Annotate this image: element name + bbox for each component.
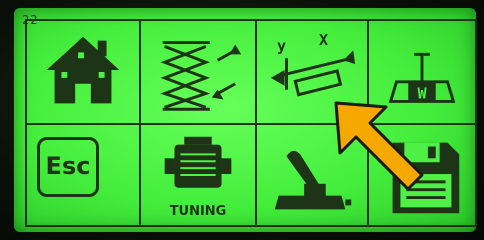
escape-icon: Esc [37, 137, 99, 197]
menu-item-escape[interactable]: Esc [25, 123, 141, 227]
home-icon [46, 36, 120, 104]
scissor-lift-icon [160, 41, 242, 111]
menu-item-tuning[interactable]: TUNING [139, 123, 257, 227]
tuning-label: TUNING [169, 204, 227, 219]
menu-item-lift[interactable] [139, 19, 257, 125]
menu-item-home[interactable] [25, 19, 141, 125]
arrow-pointer-icon [334, 101, 424, 191]
escape-label: Esc [45, 152, 91, 180]
